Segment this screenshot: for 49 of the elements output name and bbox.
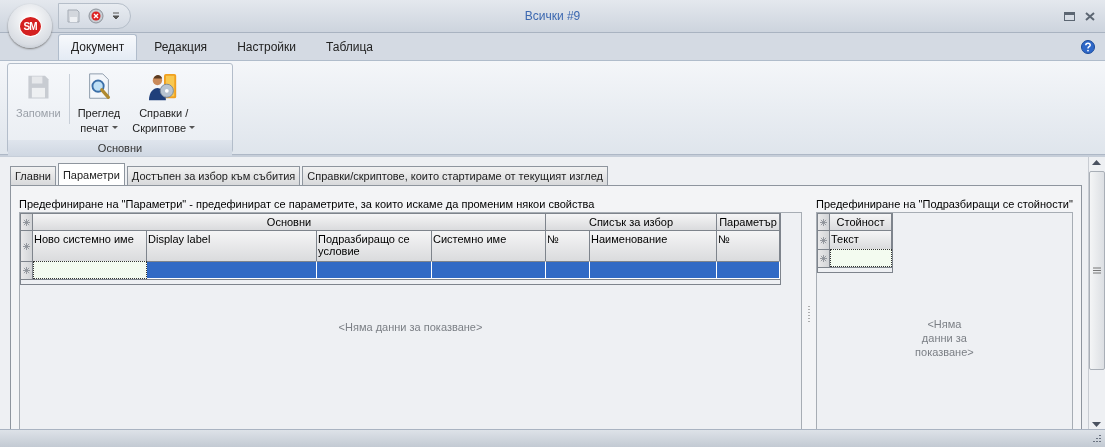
ribbon-button[interactable]: Справки / Скриптове — [126, 68, 202, 140]
new-row-cell[interactable] — [432, 261, 546, 278]
customize-caret-icon[interactable] — [112, 12, 120, 20]
grip-icon — [1092, 267, 1101, 274]
close-icon[interactable] — [1085, 11, 1095, 21]
ribbon-tab[interactable]: Документ — [58, 34, 138, 60]
new-row-cell[interactable] — [147, 261, 317, 278]
tab[interactable]: Достъпен за избор към събития — [126, 166, 301, 185]
new-row-cell[interactable] — [717, 261, 780, 278]
section-caption: Предефиниране на "Параметри" - предефинират се параметрите, за които искаме да променим някои свойства — [19, 198, 596, 212]
column-header[interactable]: Ново системно име — [33, 230, 147, 261]
up-arrow-icon[interactable] — [1092, 160, 1102, 165]
down-arrow-icon[interactable] — [1092, 422, 1102, 427]
column-header[interactable]: Текст — [830, 230, 892, 249]
section-caption: Предефиниране на "Подразбиращи се стойности" — [816, 198, 1073, 212]
tab[interactable]: Параметри — [57, 163, 125, 185]
column-header[interactable]: Наименование — [590, 230, 717, 261]
column-header[interactable]: № — [717, 230, 780, 261]
vertical-scrollbar[interactable] — [1087, 157, 1105, 430]
band-header[interactable]: Основни — [33, 213, 546, 230]
scrollbar-thumb[interactable] — [1088, 171, 1105, 370]
band-header[interactable]: Стойност — [830, 213, 892, 230]
horizontal-scrollbar[interactable] — [818, 267, 892, 272]
empty-message: <Няма данни за показване> — [337, 321, 484, 333]
ribbon-tab[interactable]: Таблица — [312, 34, 387, 60]
new-row-cell[interactable] — [830, 249, 892, 267]
column-header[interactable]: Подразбиращо се условие — [317, 230, 432, 261]
new-row-cell[interactable] — [590, 261, 717, 278]
tab[interactable]: Справки/скриптове, които стартираме от текущият изглед — [302, 166, 608, 185]
group-label: Основни — [8, 140, 232, 156]
ribbon-button[interactable]: Преглед печат — [71, 68, 127, 140]
ribbon-tab[interactable]: Настройки — [224, 34, 309, 60]
resize-grip-icon[interactable] — [1090, 433, 1102, 445]
ribbon-tab[interactable]: Редакция — [141, 34, 221, 60]
new-row-cell[interactable] — [546, 261, 590, 278]
empty-message: <Няма данни за показване> — [914, 316, 975, 359]
new-row-cell[interactable] — [317, 261, 432, 278]
band-header[interactable]: Параметър — [717, 213, 780, 230]
column-header[interactable]: Display label — [147, 230, 317, 261]
new-row-cell[interactable] — [33, 261, 147, 279]
close-icon[interactable] — [88, 8, 104, 24]
column-header[interactable]: Системно име — [432, 230, 546, 261]
window-title: Всички #9 — [524, 9, 581, 23]
band-header[interactable]: Списък за избор — [546, 213, 717, 230]
tab[interactable]: Главни — [10, 166, 56, 185]
horizontal-scrollbar[interactable] — [21, 279, 780, 284]
help-icon[interactable] — [1081, 39, 1095, 54]
column-header[interactable]: № — [546, 230, 590, 261]
restore-icon[interactable] — [1064, 11, 1075, 21]
